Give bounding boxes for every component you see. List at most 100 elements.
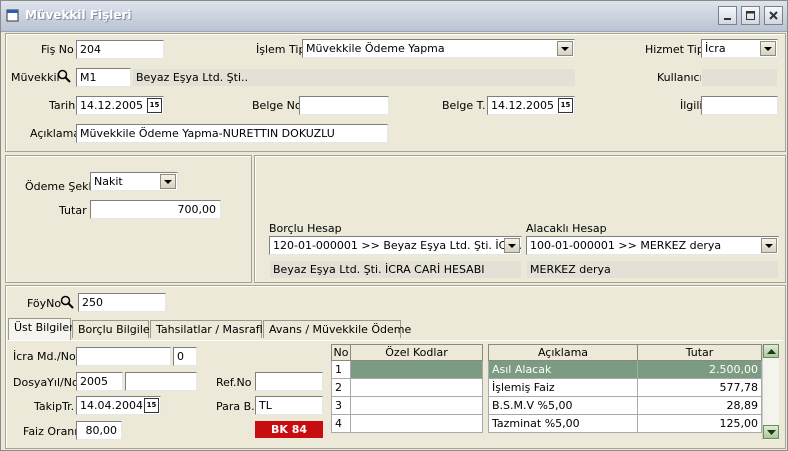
maximize-icon — [746, 11, 755, 20]
minimize-icon — [724, 18, 731, 20]
row-no: 3 — [331, 396, 351, 415]
dropdown-arrow-icon[interactable] — [760, 41, 776, 56]
dosya-yil-field[interactable]: 2005 — [76, 372, 123, 391]
app-icon — [6, 9, 19, 22]
faiz-orani-field[interactable]: 80,00 — [76, 421, 122, 440]
kullanici-display — [701, 68, 778, 87]
table-row[interactable]: İşlemiş Faiz 577,78 — [488, 378, 762, 397]
dosya-no-field[interactable] — [125, 372, 197, 391]
tutar-cell[interactable]: 2.500,00 — [637, 360, 762, 379]
faiz-label: Faiz Oranı — [23, 425, 78, 438]
ozel-kod-cell[interactable] — [350, 360, 483, 379]
belge-no-label: Belge No — [252, 99, 302, 112]
ozel-kod-cell[interactable] — [350, 378, 483, 397]
table-row[interactable]: 2 — [331, 378, 483, 397]
search-icon[interactable] — [60, 295, 75, 309]
table-row[interactable]: 4 — [331, 414, 483, 433]
scroll-down-icon — [767, 430, 776, 435]
aciklama-cell: İşlemiş Faiz — [488, 378, 638, 397]
tab-ust-bilgiler[interactable]: Üst Bilgiler — [8, 318, 74, 340]
takip-tarihi-field[interactable]: 14.04.2004 15 — [76, 396, 161, 415]
icra-md-label: İcra Md./No — [13, 350, 76, 363]
dropdown-arrow-icon[interactable] — [160, 174, 176, 189]
fis-no-label: Fiş No — [41, 43, 74, 56]
tutar-cell[interactable]: 28,89 — [637, 396, 762, 415]
tutar-label: Tutar — [59, 204, 87, 217]
tab-borclu-bilgileri[interactable]: Borçlu Bilgileri — [72, 320, 157, 338]
bk-badge: BK 84 — [255, 421, 323, 438]
odeme-sekli-label: Ödeme Şekli — [25, 180, 95, 193]
borclu-hesap-select[interactable]: 120-01-000001 >> Beyaz Eşya Ltd. Şti. İC… — [269, 236, 522, 255]
ilgili-field[interactable] — [701, 96, 778, 115]
icra-no-field[interactable]: 0 — [173, 347, 197, 366]
table-row[interactable]: 1 — [331, 360, 483, 379]
odeme-sekli-select[interactable]: Nakit — [90, 172, 178, 191]
close-icon — [769, 11, 778, 20]
row-no: 4 — [331, 414, 351, 433]
tab-content-border — [6, 340, 783, 341]
calendar-icon[interactable]: 15 — [144, 398, 159, 413]
belge-no-field[interactable] — [299, 96, 389, 115]
muvekkil-name-display: Beyaz Eşya Ltd. Şti.. — [132, 68, 576, 87]
muvekkil-label: Müvekkil — [11, 71, 60, 84]
dropdown-arrow-icon[interactable] — [557, 41, 573, 56]
scroll-down-button[interactable] — [763, 425, 779, 439]
para-b-field[interactable]: TL — [255, 396, 323, 415]
takip-label: TakipTr. — [34, 400, 75, 413]
icra-md-field[interactable] — [76, 347, 171, 366]
table-row[interactable]: B.S.M.V %5,00 28,89 — [488, 396, 762, 415]
fis-no-field[interactable]: 204 — [76, 40, 164, 59]
table-row[interactable]: Tazminat %5,00 125,00 — [488, 414, 762, 433]
takip-tarihi-value: 14.04.2004 — [80, 399, 143, 412]
tutar-cell[interactable]: 577,78 — [637, 378, 762, 397]
col-no-header[interactable]: No — [331, 344, 351, 361]
ozel-kod-cell[interactable] — [350, 414, 483, 433]
tab-avans-muvekkile-odeme[interactable]: Avans / Müvekkile Ödeme — [263, 320, 411, 338]
maximize-button[interactable] — [741, 6, 760, 25]
minimize-button[interactable] — [718, 6, 737, 25]
dropdown-arrow-icon[interactable] — [761, 238, 777, 253]
tutar-scrollbar[interactable] — [762, 344, 779, 440]
close-button[interactable] — [764, 6, 783, 25]
tarih-label: Tarih — [49, 99, 76, 112]
table-row[interactable]: 3 — [331, 396, 483, 415]
scroll-up-icon — [767, 349, 776, 354]
alacakli-hesap-value: 100-01-000001 >> MERKEZ derya — [530, 239, 722, 252]
muvekkil-code-field[interactable]: M1 — [76, 68, 131, 87]
aciklama-cell: B.S.M.V %5,00 — [488, 396, 638, 415]
islem-tipi-select[interactable]: Müvekkile Ödeme Yapma — [302, 39, 575, 58]
foy-no-field[interactable]: 250 — [78, 293, 166, 312]
foy-no-label: FöyNo — [27, 297, 62, 310]
row-no: 1 — [331, 360, 351, 379]
window-title: Müvekkil Fişleri — [25, 8, 132, 22]
aciklama-field[interactable]: Müvekkile Ödeme Yapma-NURETTIN DOKUZLU — [76, 124, 388, 143]
tutar-cell[interactable]: 125,00 — [637, 414, 762, 433]
col-ozel-kodlar-header[interactable]: Özel Kodlar — [350, 344, 483, 361]
table-row[interactable]: Asıl Alacak 2.500,00 — [488, 360, 762, 379]
tutar-table: Açıklama Tutar Asıl Alacak 2.500,00 İşlem… — [488, 344, 762, 433]
ref-no-field[interactable] — [255, 372, 323, 391]
tab-tahsilatlar-masraflar[interactable]: Tahsilatlar / Masraflar — [150, 320, 274, 338]
ozel-kodlar-table: No Özel Kodlar 1 2 3 4 — [331, 344, 483, 433]
calendar-icon[interactable]: 15 — [558, 98, 573, 113]
scroll-up-button[interactable] — [763, 344, 779, 358]
borclu-hesap-label: Borçlu Hesap — [269, 222, 342, 235]
borclu-hesap-value: 120-01-000001 >> Beyaz Eşya Ltd. Şti. İC… — [273, 239, 522, 252]
col-aciklama-header[interactable]: Açıklama — [488, 344, 638, 361]
tarih-value: 14.12.2005 — [80, 99, 143, 112]
belge-t-value: 14.12.2005 — [491, 99, 554, 112]
belge-t-field[interactable]: 14.12.2005 15 — [487, 96, 575, 115]
tarih-field[interactable]: 14.12.2005 15 — [76, 96, 164, 115]
tutar-field[interactable]: 700,00 — [90, 200, 221, 219]
aciklama-label: Açıklama — [30, 127, 81, 140]
calendar-icon[interactable]: 15 — [147, 98, 162, 113]
row-no: 2 — [331, 378, 351, 397]
search-icon[interactable] — [57, 69, 72, 83]
col-tutar-header[interactable]: Tutar — [637, 344, 762, 361]
hizmet-tipi-select[interactable]: İcra — [701, 39, 778, 58]
dropdown-arrow-icon[interactable] — [504, 238, 520, 253]
alacakli-hesap-select[interactable]: 100-01-000001 >> MERKEZ derya — [526, 236, 779, 255]
ozel-kod-cell[interactable] — [350, 396, 483, 415]
alacakli-hesap-label: Alacaklı Hesap — [526, 222, 607, 235]
islem-tipi-label: İşlem Tipi — [256, 43, 309, 56]
